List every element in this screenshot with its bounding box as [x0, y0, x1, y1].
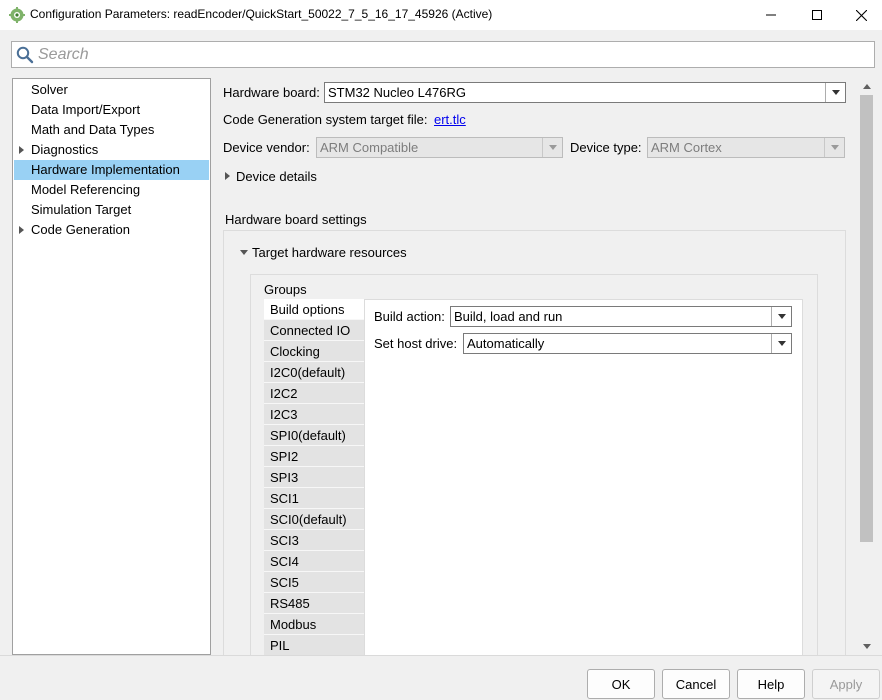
group-item-i2c3[interactable]: I2C3 — [264, 404, 364, 425]
chevron-down-icon[interactable] — [825, 83, 845, 102]
device-vendor-select[interactable]: ARM Compatible — [316, 137, 563, 158]
device-type-label: Device type: — [570, 140, 642, 155]
chevron-down-icon — [824, 138, 844, 157]
expand-arrow-icon — [225, 172, 230, 180]
chevron-down-icon[interactable] — [771, 307, 791, 326]
collapse-arrow-icon — [240, 250, 248, 255]
group-item-spi2[interactable]: SPI2 — [264, 446, 364, 467]
nav-item-hardware-implementation[interactable]: Hardware Implementation — [14, 160, 209, 180]
window-title: Configuration Parameters: readEncoder/Qu… — [30, 7, 493, 21]
group-item-modbus[interactable]: Modbus — [264, 614, 364, 635]
close-icon — [855, 9, 867, 21]
gear-icon — [9, 7, 25, 23]
help-button[interactable]: Help — [737, 669, 805, 699]
device-vendor-label: Device vendor: — [223, 140, 310, 155]
nav-item-label: Math and Data Types — [31, 122, 155, 137]
board-settings-title: Hardware board settings — [225, 212, 367, 227]
group-list: Build options Connected IO Clocking I2C0… — [264, 299, 364, 656]
nav-item-label: Hardware Implementation — [31, 162, 180, 177]
expand-arrow-icon[interactable] — [19, 146, 24, 154]
scroll-up-icon[interactable] — [858, 78, 875, 95]
search-box[interactable] — [11, 41, 875, 68]
ok-button[interactable]: OK — [587, 669, 655, 699]
host-drive-select[interactable]: Automatically — [463, 333, 792, 354]
maximize-button[interactable] — [794, 0, 840, 30]
build-action-value: Build, load and run — [454, 309, 563, 324]
group-item-sci5[interactable]: SCI5 — [264, 572, 364, 593]
nav-item-label: Code Generation — [31, 222, 131, 237]
nav-item-data-import-export[interactable]: Data Import/Export — [14, 100, 209, 120]
scrollbar-thumb[interactable] — [860, 95, 873, 542]
target-file-label: Code Generation system target file: — [223, 112, 428, 127]
dialog-button-bar: OK Cancel Help Apply — [0, 655, 882, 700]
group-item-i2c2[interactable]: I2C2 — [264, 383, 364, 404]
apply-button[interactable]: Apply — [812, 669, 880, 699]
device-details-label: Device details — [236, 169, 317, 184]
category-tree: Solver Data Import/Export Math and Data … — [12, 78, 211, 655]
device-type-select[interactable]: ARM Cortex — [647, 137, 845, 158]
nav-item-math-data-types[interactable]: Math and Data Types — [14, 120, 209, 140]
group-item-clocking[interactable]: Clocking — [264, 341, 364, 362]
host-drive-label: Set host drive: — [374, 336, 458, 351]
group-item-build-options[interactable]: Build options — [264, 299, 364, 320]
minimize-icon — [766, 14, 776, 16]
chevron-down-icon[interactable] — [771, 334, 791, 353]
vertical-scrollbar[interactable] — [858, 78, 875, 655]
device-details-toggle[interactable]: Device details — [223, 168, 343, 186]
device-type-value: ARM Cortex — [651, 140, 722, 155]
nav-item-label: Solver — [31, 82, 68, 97]
host-drive-value: Automatically — [467, 336, 545, 351]
cancel-button[interactable]: Cancel — [662, 669, 730, 699]
group-item-sci1[interactable]: SCI1 — [264, 488, 364, 509]
nav-item-label: Diagnostics — [31, 142, 99, 157]
build-action-select[interactable]: Build, load and run — [450, 306, 792, 327]
group-item-connected-io[interactable]: Connected IO — [264, 320, 364, 341]
target-resources-label: Target hardware resources — [252, 245, 407, 260]
group-item-spi0[interactable]: SPI0(default) — [264, 425, 364, 446]
nav-item-model-referencing[interactable]: Model Referencing — [14, 180, 209, 200]
group-item-pil[interactable]: PIL — [264, 635, 364, 656]
close-button[interactable] — [838, 0, 882, 30]
target-resources-toggle[interactable]: Target hardware resources — [239, 244, 429, 262]
search-input[interactable] — [38, 44, 858, 65]
expand-arrow-icon[interactable] — [19, 226, 24, 234]
hardware-board-label: Hardware board: — [223, 85, 320, 100]
build-action-label: Build action: — [374, 309, 445, 324]
hardware-board-value: STM32 Nucleo L476RG — [328, 85, 467, 100]
nav-item-label: Data Import/Export — [31, 102, 141, 117]
group-item-rs485[interactable]: RS485 — [264, 593, 364, 614]
minimize-button[interactable] — [748, 0, 794, 30]
nav-item-simulation-target[interactable]: Simulation Target — [14, 200, 209, 220]
nav-item-label: Simulation Target — [31, 202, 132, 217]
target-file-link[interactable]: ert.tlc — [434, 112, 466, 127]
nav-item-solver[interactable]: Solver — [14, 80, 209, 100]
search-icon — [16, 46, 34, 64]
nav-item-code-generation[interactable]: Code Generation — [14, 220, 209, 240]
device-vendor-value: ARM Compatible — [320, 140, 419, 155]
scroll-down-icon[interactable] — [858, 638, 875, 655]
chevron-down-icon — [542, 138, 562, 157]
maximize-icon — [812, 10, 822, 20]
nav-item-diagnostics[interactable]: Diagnostics — [14, 140, 209, 160]
title-bar: Configuration Parameters: readEncoder/Qu… — [0, 0, 882, 30]
group-item-i2c0[interactable]: I2C0(default) — [264, 362, 364, 383]
group-item-sci0[interactable]: SCI0(default) — [264, 509, 364, 530]
nav-item-label: Model Referencing — [31, 182, 141, 197]
group-item-sci3[interactable]: SCI3 — [264, 530, 364, 551]
group-item-sci4[interactable]: SCI4 — [264, 551, 364, 572]
group-item-spi3[interactable]: SPI3 — [264, 467, 364, 488]
hardware-board-select[interactable]: STM32 Nucleo L476RG — [324, 82, 846, 103]
groups-title: Groups — [264, 282, 307, 297]
